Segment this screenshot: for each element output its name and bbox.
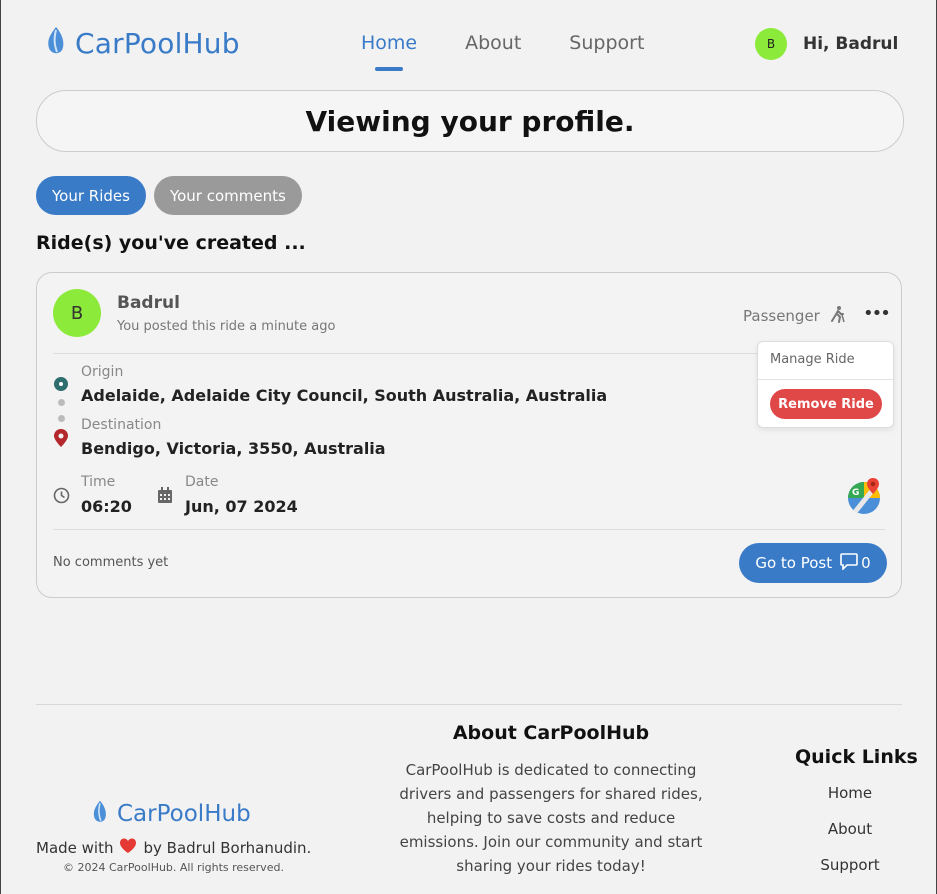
nav-support[interactable]: Support: [569, 32, 644, 54]
ride-role: Passenger: [743, 305, 846, 327]
section-title: Ride(s) you've created ...: [36, 232, 306, 254]
comment-bubble-icon: [840, 552, 858, 574]
posted-time: You posted this ride a minute ago: [117, 319, 336, 334]
origin-marker-icon: [54, 377, 68, 391]
brand-logo[interactable]: CarPoolHub: [45, 26, 240, 60]
tab-your-rides[interactable]: Your Rides: [36, 176, 146, 215]
tab-your-comments[interactable]: Your comments: [153, 176, 302, 215]
destination-value: Bendigo, Victoria, 3550, Australia: [81, 439, 386, 458]
copyright: © 2024 CarPoolHub. All rights reserved.: [63, 861, 284, 874]
footer-link-home[interactable]: Home: [795, 784, 905, 802]
role-label: Passenger: [743, 307, 820, 325]
footer-about-text: CarPoolHub is dedicated to connecting dr…: [399, 761, 703, 875]
footer-link-support[interactable]: Support: [795, 856, 905, 874]
route-dot: [58, 415, 65, 422]
poster-name: Badrul: [117, 293, 180, 313]
footer-brand-name: CarPoolHub: [117, 801, 251, 827]
profile-tabs: Your Rides Your comments: [36, 176, 302, 215]
ride-options-menu: Manage Ride Remove Ride: [757, 341, 894, 428]
destination-label: Destination: [81, 417, 162, 433]
divider: [53, 529, 885, 530]
comments-status: No comments yet: [53, 555, 169, 570]
user-avatar[interactable]: B: [755, 28, 787, 60]
footer-divider: [36, 704, 902, 705]
more-options-icon[interactable]: •••: [863, 303, 891, 324]
origin-label: Origin: [81, 364, 124, 380]
date-value: Jun, 07 2024: [185, 497, 298, 516]
main-nav: Home About Support: [361, 32, 644, 71]
made-suffix: by Badrul Borhanudin.: [143, 839, 312, 857]
user-greeting[interactable]: Hi, Badrul: [803, 34, 898, 54]
destination-pin-icon: [54, 429, 68, 451]
ride-card: B Badrul You posted this ride a minute a…: [36, 272, 902, 598]
comment-count-badge: 0: [840, 552, 871, 574]
clock-icon: [53, 487, 70, 508]
origin-value: Adelaide, Adelaide City Council, South A…: [81, 386, 608, 405]
footer-about-title: About CarPoolHub: [452, 722, 650, 744]
drop-logo-icon: [45, 26, 67, 60]
remove-ride-button[interactable]: Remove Ride: [770, 389, 882, 419]
user-menu[interactable]: B Hi, Badrul: [755, 28, 898, 60]
drop-logo-icon: [91, 800, 109, 828]
nav-home[interactable]: Home: [361, 32, 417, 71]
go-to-post-label: Go to Post: [755, 554, 833, 572]
comment-count: 0: [861, 554, 871, 572]
menu-divider: [758, 379, 893, 380]
page-title: Viewing your profile.: [36, 90, 904, 152]
go-to-post-button[interactable]: Go to Post 0: [739, 543, 887, 583]
made-prefix: Made with: [36, 839, 114, 857]
calendar-icon: [157, 487, 173, 508]
footer-link-about[interactable]: About: [795, 820, 905, 838]
heart-icon: [119, 838, 137, 858]
manage-ride-item[interactable]: Manage Ride: [770, 352, 855, 367]
route-dot: [58, 399, 65, 406]
time-value: 06:20: [81, 497, 132, 516]
quick-links-title: Quick Links: [795, 746, 918, 768]
nav-about[interactable]: About: [465, 32, 521, 54]
google-maps-icon[interactable]: G: [845, 477, 883, 519]
made-with-text: Made with by Badrul Borhanudin.: [36, 838, 311, 858]
brand-name: CarPoolHub: [75, 26, 240, 60]
poster-avatar: B: [53, 289, 101, 337]
time-label: Time: [81, 474, 116, 490]
svg-text:G: G: [852, 488, 859, 498]
date-label: Date: [185, 474, 219, 490]
footer-logo[interactable]: CarPoolHub: [91, 800, 251, 828]
walking-person-icon: [828, 305, 846, 327]
